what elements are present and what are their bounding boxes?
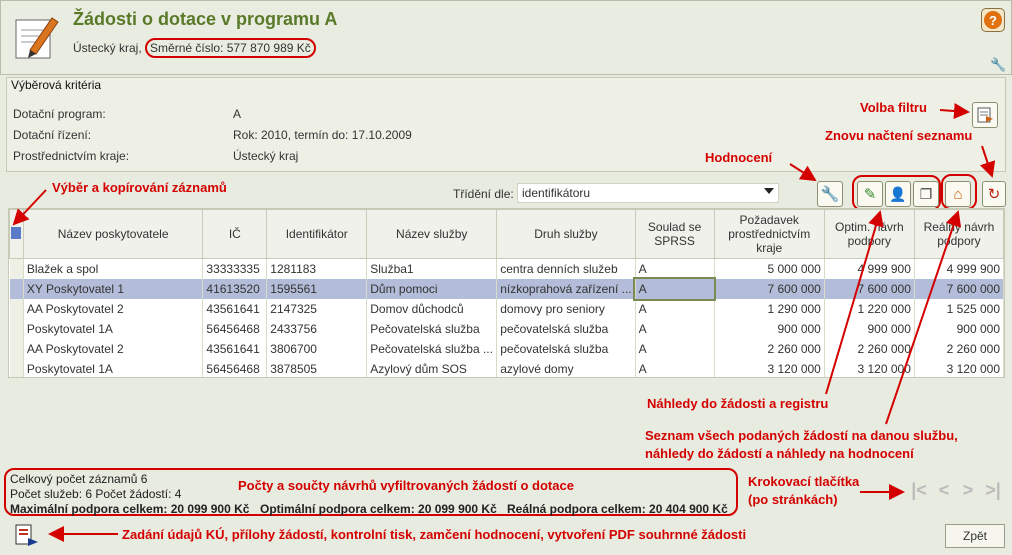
last-page-button[interactable]: >| xyxy=(981,480,1005,504)
arrow-list-all xyxy=(885,210,962,425)
summary-line-1: Celkový počet záznamů 6 xyxy=(10,472,148,486)
document-export-icon xyxy=(15,524,38,546)
arrow-rating xyxy=(789,163,817,182)
back-button[interactable]: Zpět xyxy=(945,524,1005,548)
first-page-button[interactable]: |< xyxy=(907,480,931,504)
summary-max: Maximální podpora celkem: 20 099 900 Kč xyxy=(10,502,250,516)
prev-page-button[interactable]: < xyxy=(933,480,955,504)
summary-opt: Optimální podpora celkem: 20 099 900 Kč xyxy=(260,502,497,516)
summary-real: Reálná podpora celkem: 20 404 900 Kč xyxy=(507,502,728,516)
arrow-reload xyxy=(979,145,996,178)
summary-line-2: Počet služeb: 6 Počet žádostí: 4 xyxy=(10,487,182,501)
arrow-previews xyxy=(825,210,884,395)
arrow-select xyxy=(12,189,47,226)
paging-controls: |< < > >| xyxy=(907,480,1007,504)
arrow-filter xyxy=(939,103,970,119)
next-page-button[interactable]: > xyxy=(957,480,979,504)
bottom-action-button[interactable] xyxy=(14,524,40,548)
